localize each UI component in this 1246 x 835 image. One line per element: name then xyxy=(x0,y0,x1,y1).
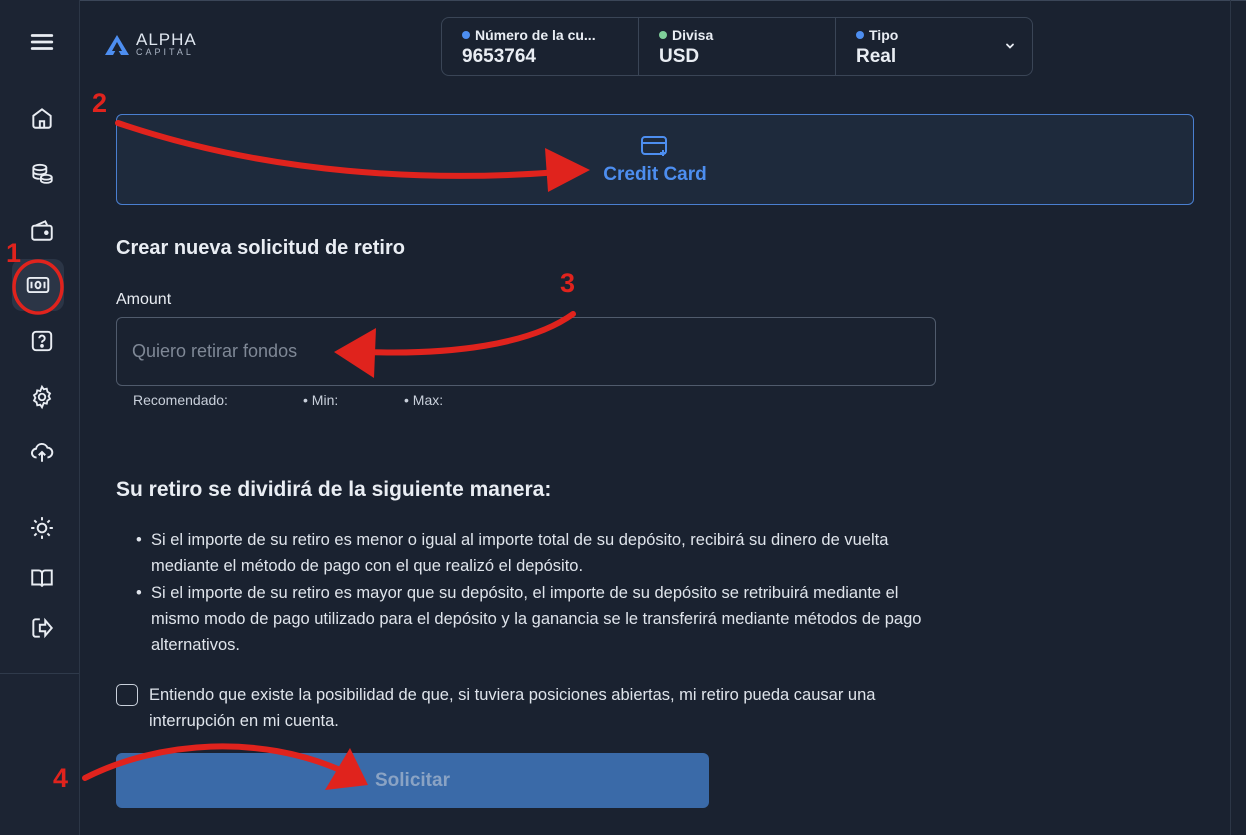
sidebar-item-wallet[interactable] xyxy=(20,208,64,252)
logo-text: ALPHA xyxy=(136,30,197,49)
amount-input[interactable] xyxy=(116,317,936,386)
alpha-capital-logo: ALPHA CAPITAL xyxy=(104,30,197,57)
home-icon xyxy=(32,108,52,129)
split-title: Su retiro se dividirá de la siguiente ma… xyxy=(116,478,552,501)
account-number-label: Número de la cu... xyxy=(475,27,596,43)
cloud-upload-icon xyxy=(31,442,54,462)
agreement-row: Entiendo que existe la posibilidad de qu… xyxy=(116,682,916,734)
wallet-icon xyxy=(31,220,53,241)
hamburger-menu-button[interactable] xyxy=(20,20,64,64)
annotation-label-4: 4 xyxy=(53,763,69,793)
list-item: Si el importe de su retiro es menor o ig… xyxy=(136,527,926,579)
status-dot xyxy=(462,31,470,39)
sidebar-item-coins[interactable] xyxy=(20,152,64,196)
sidebar-item-settings[interactable] xyxy=(20,375,64,419)
currency-value: USD xyxy=(659,46,700,67)
hint-recommended: Recomendado: xyxy=(133,392,228,408)
account-type-label: Tipo xyxy=(869,27,899,43)
currency-label: Divisa xyxy=(672,27,714,43)
banknote-icon xyxy=(26,276,50,294)
top-border xyxy=(0,0,1246,1)
currency-cell: Divisa USD xyxy=(639,18,836,75)
list-item: Si el importe de su retiro es mayor que … xyxy=(136,580,926,658)
annotation-label-2: 2 xyxy=(92,88,108,118)
logout-button[interactable] xyxy=(20,606,64,650)
sidebar xyxy=(0,0,80,835)
amount-label: Amount xyxy=(116,291,172,308)
annotation-label-1: 1 xyxy=(6,238,22,268)
agreement-text: Entiendo que existe la posibilidad de qu… xyxy=(149,686,876,730)
payment-method-label: Credit Card xyxy=(603,163,707,185)
theme-toggle-button[interactable] xyxy=(20,506,64,550)
sidebar-divider xyxy=(0,673,79,674)
chevron-down-icon[interactable] xyxy=(1004,40,1016,52)
submit-button[interactable]: Solicitar xyxy=(116,753,709,808)
form-title: Crear nueva solicitud de retiro xyxy=(116,237,405,259)
logout-icon xyxy=(32,617,54,639)
logo-mark-icon xyxy=(105,34,129,55)
hint-min: • Min: xyxy=(303,392,339,408)
payment-method-credit-card[interactable]: Credit Card xyxy=(116,114,1194,205)
coins-icon xyxy=(32,163,53,184)
account-type-value: Real xyxy=(856,46,897,67)
account-number-value: 9653764 xyxy=(462,46,536,67)
account-type-cell: Tipo Real xyxy=(836,18,1032,75)
credit-card-plus-icon xyxy=(641,135,667,156)
book-icon xyxy=(31,569,53,587)
sidebar-item-help[interactable] xyxy=(20,319,64,363)
annotation-label-3: 3 xyxy=(560,268,576,298)
hamburger-icon xyxy=(30,34,54,50)
agreement-checkbox[interactable] xyxy=(116,684,138,706)
status-dot xyxy=(856,31,864,39)
account-number-cell: Número de la cu... 9653764 xyxy=(442,18,639,75)
question-icon xyxy=(31,330,53,352)
account-selector[interactable]: Número de la cu... 9653764 Divisa USD Ti… xyxy=(441,17,1033,76)
content-right-border xyxy=(1230,0,1231,835)
status-dot xyxy=(659,31,667,39)
sidebar-item-home[interactable] xyxy=(20,96,64,140)
gear-icon xyxy=(32,384,52,410)
sidebar-item-docs[interactable] xyxy=(20,556,64,600)
hint-max: • Max: xyxy=(404,392,444,408)
sidebar-item-upload[interactable] xyxy=(20,430,64,474)
sun-icon xyxy=(31,517,53,539)
split-explanation-list: Si el importe de su retiro es menor o ig… xyxy=(136,527,926,659)
logo-subtext: CAPITAL xyxy=(136,47,194,57)
